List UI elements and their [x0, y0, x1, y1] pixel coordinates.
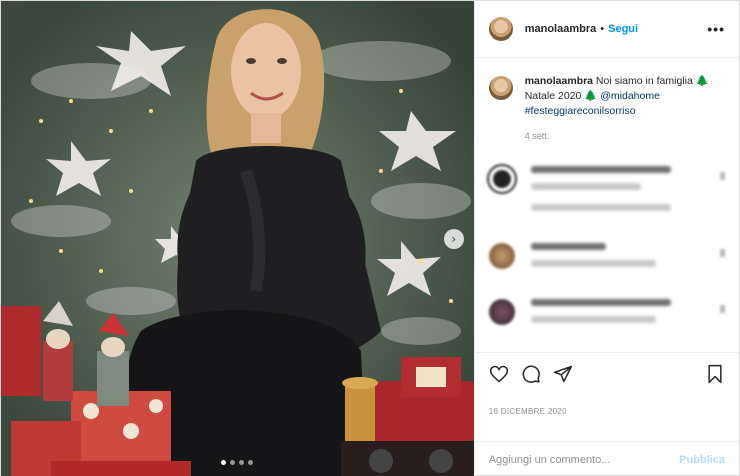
photo-illustration — [1, 1, 474, 476]
action-icons — [489, 363, 725, 385]
action-bar: 18 DICEMBRE 2020 — [474, 352, 739, 416]
post-side-panel: manolaambra • Segui ••• manolaambra Noi … — [473, 1, 739, 476]
blurred-avatar — [488, 166, 515, 192]
caption-body: manolaambra Noi siamo in famiglia 🌲Natal… — [525, 74, 725, 144]
comment-heart-icon[interactable] — [720, 172, 725, 180]
carousel-dot — [230, 460, 236, 465]
carousel-dots — [1, 460, 474, 465]
username[interactable]: manolaambra — [525, 23, 597, 35]
avatar[interactable] — [488, 17, 513, 41]
blurred-comment-lines — [530, 243, 725, 277]
follow-button[interactable]: Segui — [608, 23, 638, 35]
caption-mention[interactable]: @midahome — [600, 90, 660, 102]
caption: manolaambra Noi siamo in famiglia 🌲Natal… — [488, 74, 725, 144]
caption-age: 4 sett. — [524, 131, 550, 141]
blurred-comment — [488, 166, 725, 221]
caption-username[interactable]: manolaambra — [525, 75, 593, 87]
post-date: 18 DICEMBRE 2020 — [488, 407, 567, 416]
bookmark-icon[interactable] — [705, 364, 725, 384]
carousel-dot — [239, 460, 245, 465]
share-icon[interactable] — [553, 364, 573, 384]
avatar[interactable] — [488, 76, 513, 100]
separator-dot: • — [600, 23, 605, 35]
comment-input[interactable] — [488, 453, 680, 466]
comment-heart-icon[interactable] — [720, 249, 725, 257]
heart-icon[interactable] — [489, 364, 509, 384]
blurred-comment — [488, 243, 725, 277]
blurred-avatar — [488, 243, 515, 269]
carousel-dot — [248, 460, 254, 465]
more-icon[interactable]: ••• — [707, 21, 725, 37]
blurred-comment-lines — [530, 299, 725, 333]
blurred-comment — [488, 299, 725, 333]
comment-icon[interactable] — [521, 364, 541, 384]
post-photo[interactable]: › — [1, 1, 474, 476]
blurred-avatar — [488, 299, 515, 325]
instagram-post: › manolaambra • Segui ••• manolaambra No… — [0, 0, 740, 476]
carousel-dot — [221, 460, 227, 465]
blurred-comment-lines — [530, 166, 725, 221]
caption-hashtag[interactable]: #festeggiareconilsorriso — [525, 105, 636, 117]
publish-button[interactable]: Pubblica — [679, 454, 725, 466]
next-arrow-icon[interactable]: › — [443, 229, 464, 249]
add-comment-bar: Pubblica — [474, 441, 739, 476]
post-header: manolaambra • Segui ••• — [474, 1, 739, 58]
comment-heart-icon[interactable] — [720, 305, 725, 313]
comments-list: manolaambra Noi siamo in famiglia 🌲Natal… — [475, 58, 739, 354]
